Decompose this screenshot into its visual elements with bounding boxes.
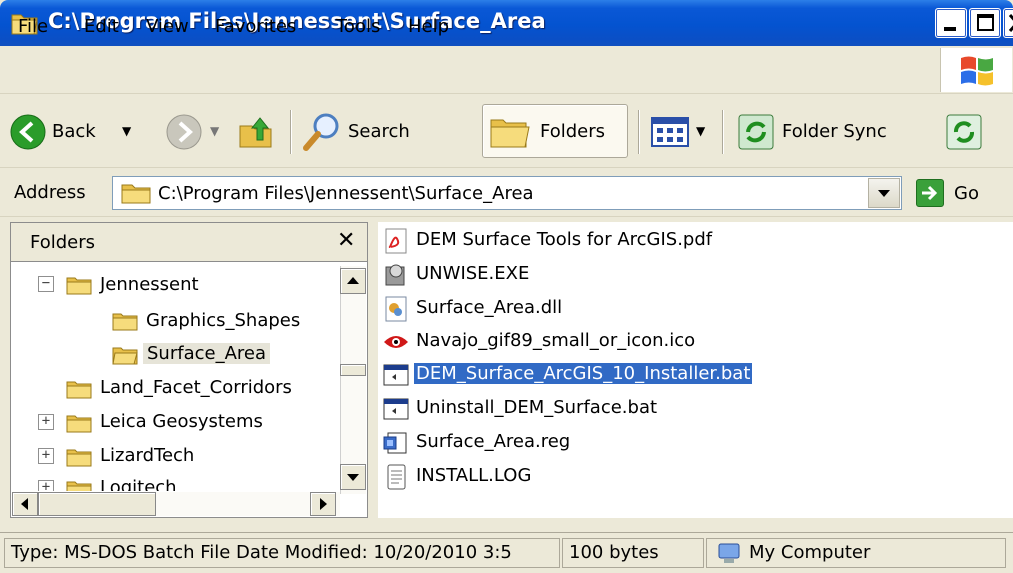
toolbar-separator (290, 110, 292, 154)
arrow-right-icon (320, 498, 327, 510)
batch-file-icon (383, 364, 409, 386)
status-type-info: Type: MS-DOS Batch File Date Modified: 1… (4, 538, 560, 568)
folder-icon (66, 449, 92, 467)
folder-sync-icon[interactable] (736, 112, 776, 152)
pdf-icon (385, 228, 407, 254)
up-folder-icon[interactable] (236, 112, 276, 152)
scroll-right-button[interactable] (310, 492, 336, 516)
file-name: INSTALL.LOG (416, 465, 532, 486)
folder-icon (66, 381, 92, 399)
tree-item-lizardtech[interactable]: LizardTech (100, 445, 194, 466)
status-size: 100 bytes (562, 538, 704, 568)
horizontal-scroll-thumb[interactable] (38, 492, 156, 516)
menu-view[interactable]: View (146, 16, 189, 37)
menu-file[interactable]: File (18, 16, 48, 37)
file-name: Navajo_gif89_small_or_icon.ico (416, 330, 696, 351)
arrow-down-icon (347, 474, 359, 481)
menu-tools[interactable]: Tools (336, 16, 380, 37)
tree-item-surface-area[interactable]: Surface_Area (143, 343, 270, 364)
views-dropdown-arrow-icon[interactable]: ▼ (696, 124, 705, 138)
windows-flag-icon (961, 56, 993, 86)
address-dropdown-button[interactable] (868, 178, 900, 208)
expand-expander[interactable]: + (38, 448, 54, 464)
menu-edit[interactable]: Edit (84, 16, 119, 37)
back-dropdown-arrow-icon[interactable]: ▼ (122, 124, 131, 138)
file-name: Surface_Area.reg (416, 431, 571, 452)
arrow-up-icon (347, 277, 359, 284)
refresh-icon[interactable] (944, 112, 984, 152)
toolbar-separator (722, 110, 724, 154)
forward-arrow-icon[interactable] (166, 114, 202, 150)
window-title: C:\Program Files\Jennessent\Surface_Area (48, 9, 546, 33)
file-name: DEM Surface Tools for ArcGIS.pdf (416, 229, 713, 250)
folder-icon (66, 481, 92, 491)
scroll-thumb[interactable] (340, 364, 366, 376)
menu-help[interactable]: Help (408, 16, 449, 37)
folder-icon (112, 313, 138, 331)
tree-item-graphics-shapes[interactable]: Graphics_Shapes (146, 310, 300, 331)
maximize-button[interactable] (969, 8, 1001, 38)
tree-item-clip: + Logitech (30, 474, 340, 491)
scroll-up-button[interactable] (340, 268, 366, 294)
back-arrow-icon[interactable] (10, 114, 46, 150)
windows-logo (940, 48, 1012, 92)
search-icon[interactable] (300, 110, 344, 154)
eye-icon (384, 336, 408, 348)
file-name: Uninstall_DEM_Surface.bat (416, 397, 658, 418)
close-button[interactable] (1003, 8, 1013, 38)
open-folder-icon (112, 347, 138, 365)
maximize-icon (977, 14, 994, 31)
registry-file-icon (383, 432, 407, 454)
close-folders-pane-button[interactable]: ✕ (337, 228, 355, 253)
text-file-icon (387, 464, 406, 490)
folders-vertical-scrollbar[interactable] (340, 266, 366, 494)
address-label: Address (14, 182, 86, 203)
folder-icon (66, 277, 92, 295)
file-name: DEM_Surface_ArcGIS_10_Installer.bat (414, 363, 753, 384)
go-arrow-icon[interactable] (916, 179, 944, 207)
tree-item-jennessent[interactable]: Jennessent (100, 274, 199, 295)
folders-pane-title: Folders (30, 232, 96, 253)
search-button[interactable]: Search (348, 121, 410, 142)
forward-dropdown-arrow-icon[interactable]: ▼ (210, 124, 219, 138)
status-location: My Computer (706, 538, 1006, 568)
tree-item-leica-geosystems[interactable]: Leica Geosystems (100, 411, 263, 432)
scroll-left-button[interactable] (12, 492, 38, 516)
go-button[interactable]: Go (954, 183, 979, 204)
folders-icon (490, 119, 530, 148)
folder-sync-button[interactable]: Folder Sync (782, 121, 887, 142)
batch-file-icon (383, 398, 409, 420)
tree-item-land-facet-corridors[interactable]: Land_Facet_Corridors (100, 377, 292, 398)
expand-expander[interactable]: + (38, 414, 54, 430)
minimize-icon (944, 27, 956, 31)
minimize-button[interactable] (935, 8, 967, 38)
folder-icon (66, 415, 92, 433)
scroll-down-button[interactable] (340, 464, 366, 490)
chevron-down-icon (878, 190, 890, 197)
tree-item-logitech[interactable]: Logitech (100, 477, 177, 491)
folder-icon (121, 184, 151, 204)
file-name: UNWISE.EXE (416, 263, 530, 284)
menu-favorites[interactable]: Favorites (215, 16, 296, 37)
dll-icon (385, 296, 407, 322)
expand-expander[interactable]: + (38, 480, 54, 491)
arrow-left-icon (21, 498, 28, 510)
address-value[interactable]: C:\Program Files\Jennessent\Surface_Area (158, 183, 534, 204)
folders-button-label: Folders (540, 121, 606, 142)
collapse-expander[interactable]: − (38, 276, 54, 292)
file-name: Surface_Area.dll (416, 297, 563, 318)
close-icon (1008, 14, 1013, 32)
back-button[interactable]: Back (52, 121, 96, 142)
menu-bar (0, 46, 1013, 94)
installer-exe-icon (385, 264, 405, 286)
my-computer-icon (718, 543, 740, 563)
toolbar-separator (638, 110, 640, 154)
views-icon[interactable] (650, 116, 690, 148)
